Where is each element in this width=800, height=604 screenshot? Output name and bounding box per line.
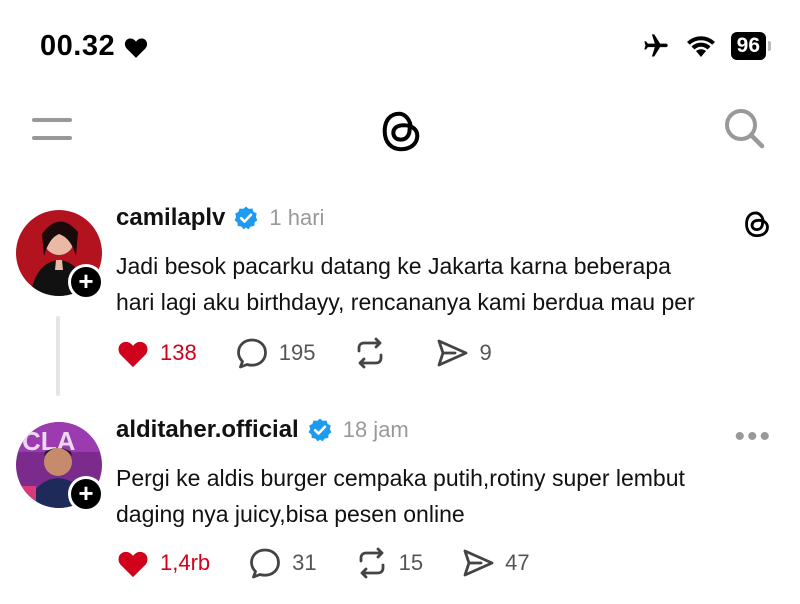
post-text-line: Pergi ke aldis burger cempaka putih,roti…	[116, 465, 685, 491]
post-text[interactable]: Pergi ke aldis burger cempaka putih,roti…	[116, 460, 786, 532]
comment-icon	[250, 548, 281, 579]
follow-plus-icon[interactable]: +	[68, 476, 104, 512]
post-actions: 1,4rb 31 15 47	[116, 546, 568, 580]
comment-button[interactable]: 31	[248, 546, 317, 580]
share-count: 47	[505, 550, 530, 575]
like-count: 1,4rb	[160, 550, 211, 575]
like-button[interactable]: 1,4rb	[116, 546, 210, 580]
post-text[interactable]: Jadi besok pacarku datang ke Jakarta kar…	[116, 248, 786, 320]
post-header: alditaher.official 18 jam	[116, 416, 409, 444]
repost-icon	[358, 337, 383, 369]
post-text-line: Jadi besok pacarku datang ke Jakarta kar…	[116, 253, 671, 279]
threads-logo-icon[interactable]	[378, 106, 424, 156]
post-time: 1 hari	[269, 205, 325, 230]
avatar-container[interactable]: +	[16, 210, 104, 300]
repost-button[interactable]	[353, 336, 397, 370]
post-actions: 138 195 9	[116, 336, 530, 370]
comment-button[interactable]: 195	[235, 336, 316, 370]
username[interactable]: alditaher.official	[116, 416, 299, 444]
like-button[interactable]: 138	[116, 336, 197, 370]
follow-plus-icon[interactable]: +	[68, 264, 104, 300]
username[interactable]: camilaplv	[116, 204, 225, 232]
repost-button[interactable]: 15	[355, 546, 423, 580]
verified-icon	[308, 418, 332, 442]
status-icons: 96	[641, 32, 772, 60]
comment-count: 195	[278, 340, 316, 365]
menu-icon[interactable]	[32, 116, 72, 142]
thread-post[interactable]: CLA + alditaher.official 18 jam ••• Perg…	[0, 408, 800, 604]
comment-count: 31	[292, 550, 317, 575]
heart-icon	[118, 551, 148, 578]
post-text-line: daging nya juicy,bisa pesen online	[116, 501, 465, 527]
post-time: 18 jam	[342, 417, 409, 442]
share-count: 9	[479, 340, 492, 365]
like-count: 138	[160, 340, 197, 365]
search-icon[interactable]	[722, 106, 766, 150]
share-button[interactable]: 9	[435, 336, 492, 370]
repost-icon	[359, 547, 385, 579]
airplane-icon	[643, 34, 668, 57]
heart-icon	[125, 37, 148, 58]
post-header: camilaplv 1 hari	[116, 204, 324, 232]
threads-logo-icon	[745, 211, 769, 238]
comment-icon	[236, 338, 267, 369]
top-navigation	[0, 96, 800, 166]
share-button[interactable]: 47	[461, 546, 530, 580]
avatar-container[interactable]: CLA +	[16, 422, 104, 512]
repost-count: 15	[398, 550, 424, 575]
heart-icon	[118, 341, 148, 368]
share-icon	[463, 549, 494, 577]
status-bar: 00.32 96	[0, 0, 800, 96]
clock: 00.32	[40, 30, 116, 62]
status-time: 00.32	[40, 30, 149, 63]
more-icon[interactable]: •••	[734, 422, 772, 452]
battery-indicator: 96	[730, 32, 772, 60]
share-icon	[438, 339, 468, 367]
thread-connector-line	[56, 316, 60, 396]
verified-icon	[235, 206, 258, 230]
wifi-icon	[686, 36, 715, 57]
post-text-line: hari lagi aku birthdayy, rencananya kami…	[116, 289, 695, 315]
thread-post[interactable]: + camilaplv 1 hari Jadi besok pacarku da…	[0, 196, 800, 408]
